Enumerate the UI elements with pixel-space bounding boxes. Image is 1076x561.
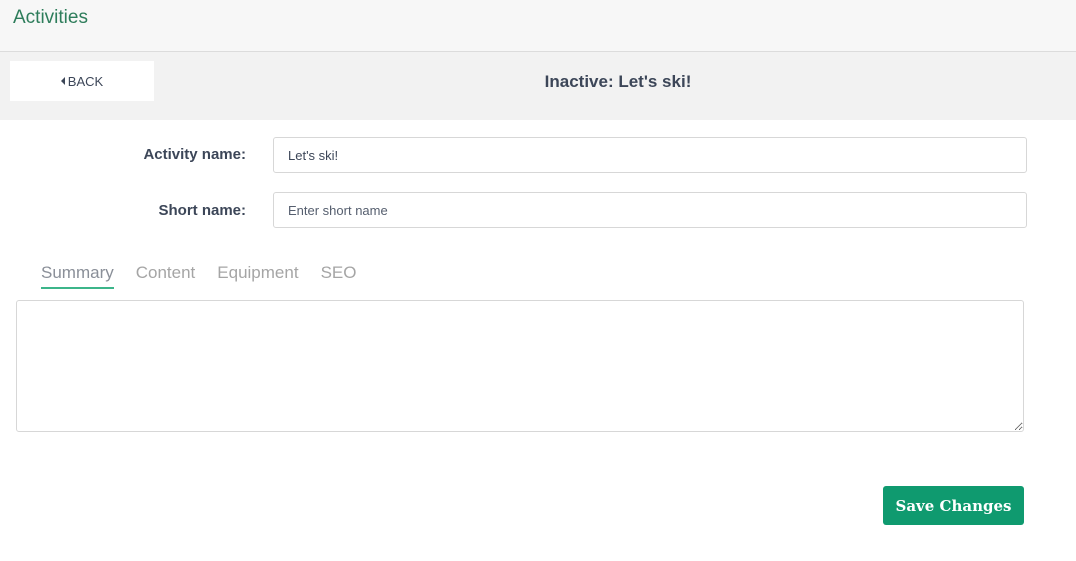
tab-content[interactable]: Content [136,263,196,289]
short-name-label: Short name: [158,202,246,219]
save-changes-button[interactable]: Save Changes [883,486,1024,525]
summary-textarea[interactable] [16,300,1024,432]
app-title: Activities [13,7,88,28]
tab-bar: Summary Content Equipment SEO [41,263,378,291]
page-title: Inactive: Let's ski! [544,72,692,91]
tab-seo[interactable]: SEO [321,263,357,289]
app-header: Activities [0,0,1076,52]
tab-equipment[interactable]: Equipment [217,263,298,289]
activity-name-label: Activity name: [143,146,246,163]
activity-name-input[interactable] [273,137,1027,173]
tab-summary[interactable]: Summary [41,263,114,289]
subheader-bar: BACK Inactive: Let's ski! [0,52,1076,120]
short-name-input[interactable] [273,192,1027,228]
